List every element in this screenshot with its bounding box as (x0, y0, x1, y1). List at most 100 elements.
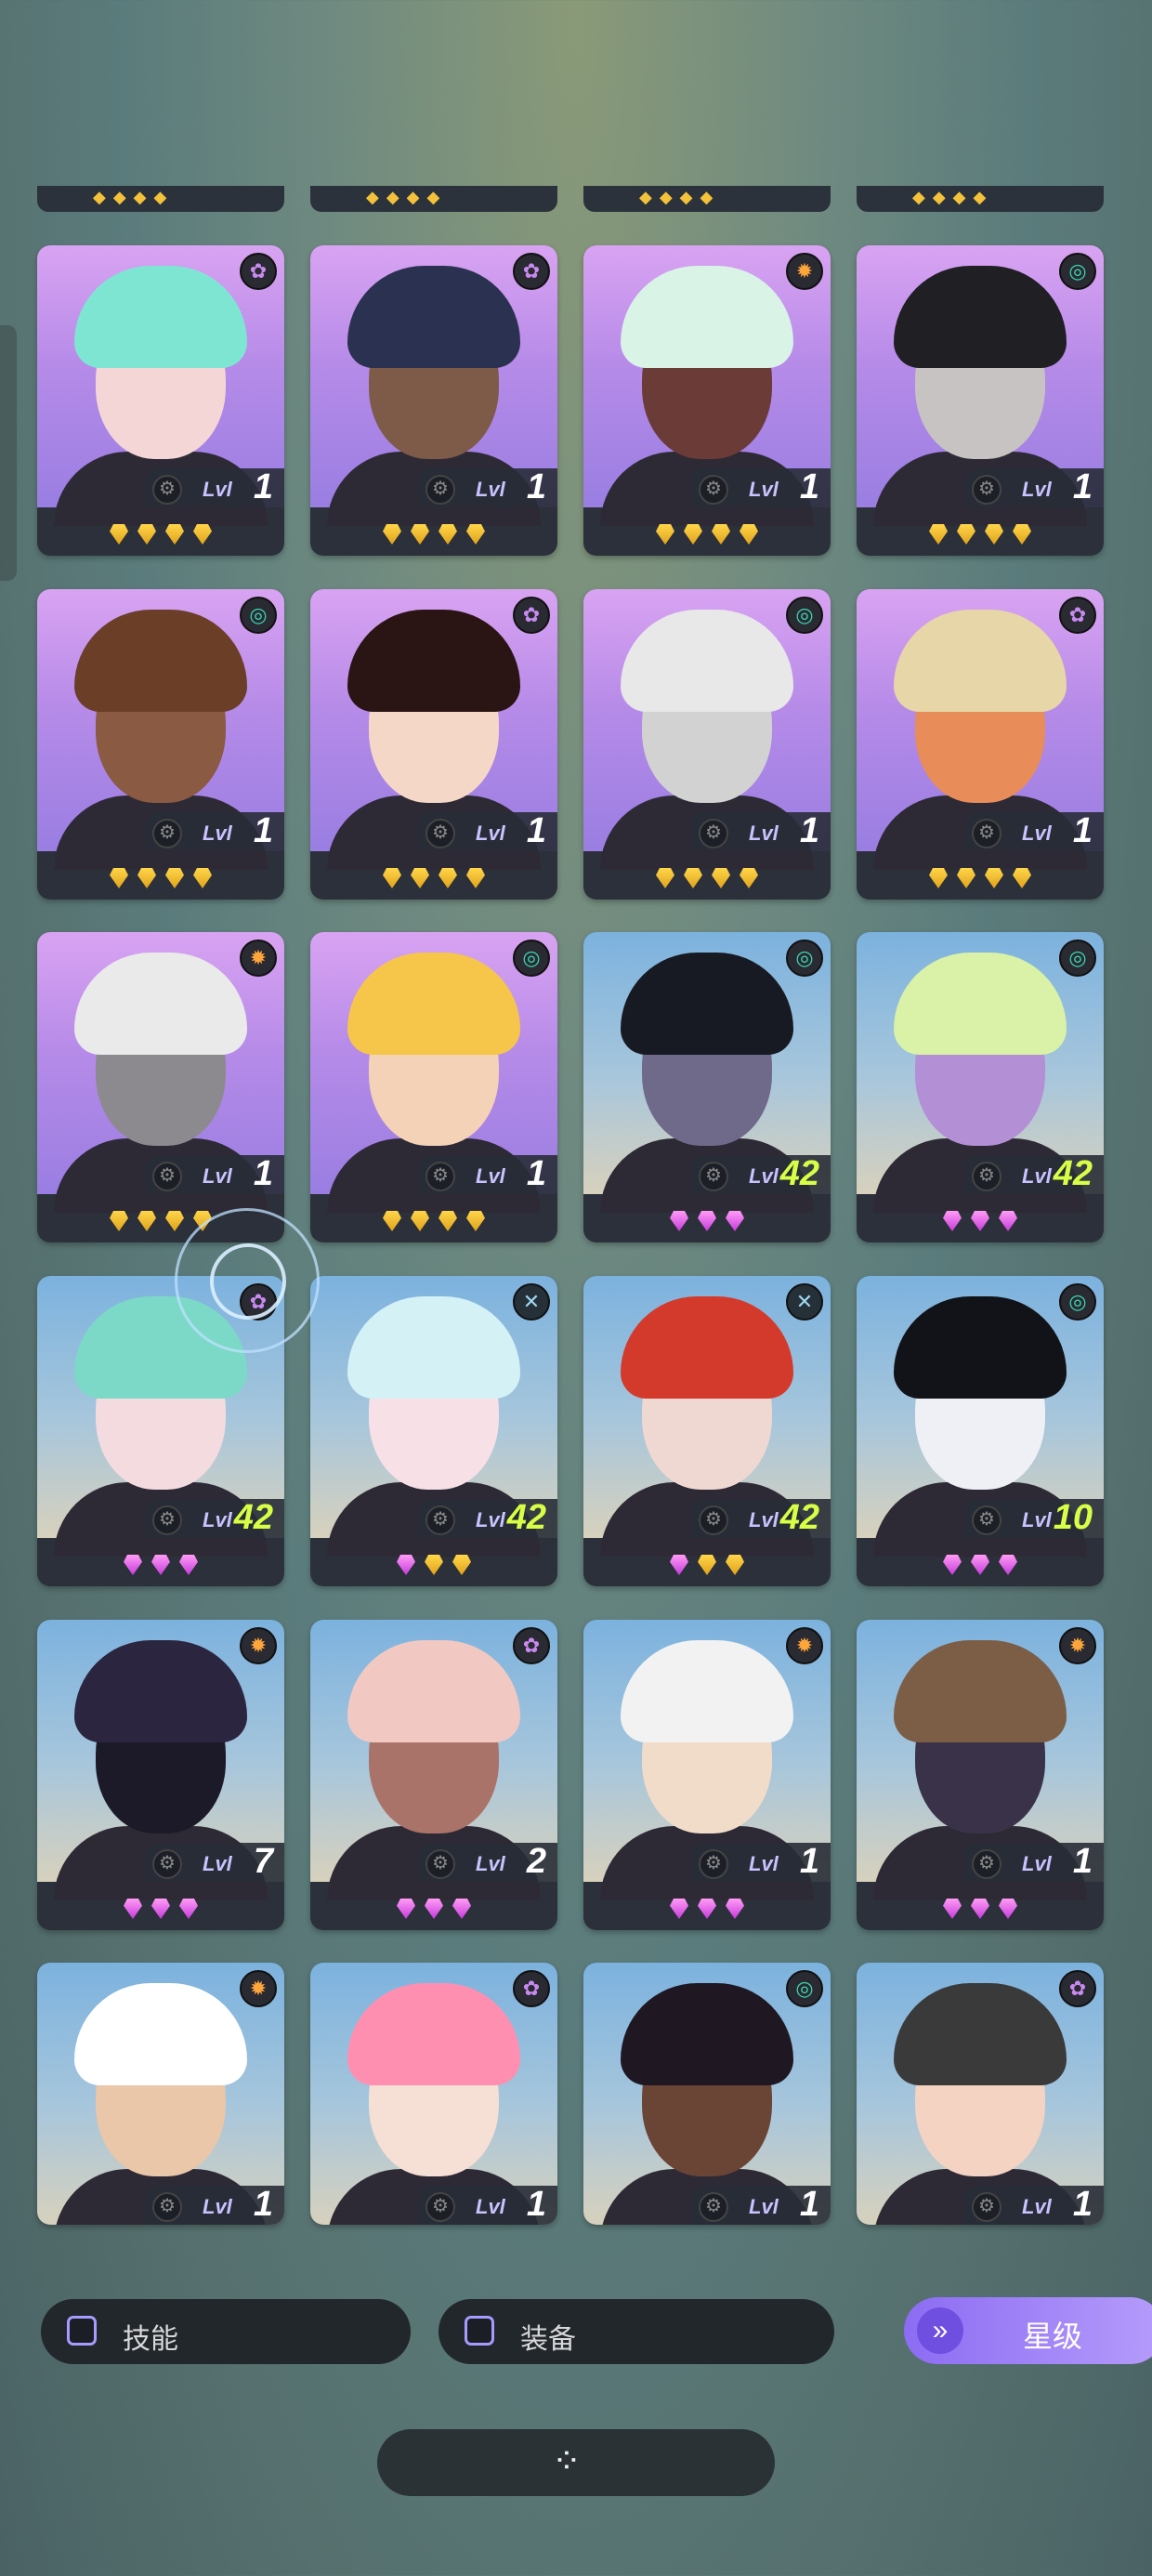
purple-gem-icon (670, 1211, 688, 1231)
level-number: 1 (1072, 1842, 1093, 1881)
spiral-icon: ◎ (786, 597, 823, 634)
purple-gem-icon (670, 1899, 688, 1919)
gold-gem-icon (957, 868, 975, 888)
hero-card[interactable]: ◎ ⚙ Lvl 42 (857, 932, 1104, 1242)
hero-card[interactable]: ◎ ⚙ Lvl 1 (310, 932, 557, 1242)
gold-gem-icon (712, 524, 730, 545)
equipment-filter-toggle[interactable]: 装备 (439, 2299, 834, 2364)
side-drawer-handle[interactable] (0, 325, 17, 581)
hero-card[interactable]: ✕ ⚙ Lvl 42 (310, 1276, 557, 1586)
star-rating (310, 1544, 557, 1586)
gold-gem-icon (957, 524, 975, 545)
cross-icon: ✕ (786, 1283, 823, 1321)
gear-icon: ⚙ (425, 1162, 455, 1191)
purple-gem-icon (999, 1899, 1017, 1919)
hero-hair (74, 266, 247, 368)
level-label: Lvl (1022, 478, 1052, 501)
hero-card[interactable]: ✹ ⚙ Lvl 1 (857, 1620, 1104, 1930)
level-label: Lvl (1022, 1852, 1052, 1875)
hero-card[interactable]: ✿ ⚙ Lvl 1 (310, 1963, 557, 2225)
equipment-checkbox[interactable] (465, 2316, 494, 2346)
hero-card[interactable]: ✿ ⚙ Lvl 1 (857, 589, 1104, 900)
gold-gem-icon (985, 524, 1003, 545)
level-label: Lvl (749, 1852, 779, 1875)
collapse-menu-button[interactable]: ⁘ (377, 2429, 775, 2496)
gear-icon: ⚙ (152, 1162, 182, 1191)
hero-card[interactable]: ◎ ⚙ Lvl 1 (37, 589, 284, 900)
hero-card[interactable]: ✕ ⚙ Lvl 42 (583, 1276, 831, 1586)
hero-hair (621, 1296, 793, 1399)
double-chevron-down-icon: » (917, 2307, 963, 2354)
star-rating (857, 1887, 1104, 1930)
flower-icon: ✿ (1059, 597, 1096, 634)
hero-card[interactable]: ◎ ⚙ Lvl 1 (583, 589, 831, 900)
hero-card[interactable]: ✹ ⚙ Lvl 7 (37, 1620, 284, 1930)
hero-card[interactable]: ✹ ⚙ Lvl 1 (37, 1963, 284, 2225)
hero-hair (347, 953, 520, 1055)
level-number: 1 (253, 467, 273, 506)
purple-gem-icon (999, 1211, 1017, 1231)
purple-gem-icon (179, 1899, 198, 1919)
hero-card[interactable]: ◎ ⚙ Lvl 42 (583, 932, 831, 1242)
purple-gem-icon (670, 1555, 688, 1575)
gold-gem-icon (439, 524, 457, 545)
star-rating (310, 1887, 557, 1930)
hero-card[interactable]: ◎ ⚙ Lvl 1 (583, 1963, 831, 2225)
level-label: Lvl (749, 1508, 779, 1531)
level-label: Lvl (203, 1852, 232, 1875)
gold-gem-icon (466, 524, 485, 545)
gold-gem-icon (439, 1211, 457, 1231)
partial-card-top: ◆◆◆◆ (583, 186, 831, 212)
skill-checkbox[interactable] (67, 2316, 97, 2346)
level-label: Lvl (203, 1164, 232, 1188)
level-label: Lvl (749, 2195, 779, 2218)
flower-icon: ✿ (240, 253, 277, 290)
star-rating (583, 1887, 831, 1930)
hero-card[interactable]: ✹ ⚙ Lvl 1 (583, 245, 831, 556)
hero-card[interactable]: ✿ ⚙ Lvl 1 (857, 1963, 1104, 2225)
hero-card[interactable]: ◎ ⚙ Lvl 10 (857, 1276, 1104, 1586)
hero-card[interactable]: ◎ ⚙ Lvl 1 (857, 245, 1104, 556)
level-label: Lvl (749, 478, 779, 501)
gold-gem-icon (439, 868, 457, 888)
gold-gem-icon (1013, 524, 1031, 545)
hero-hair (894, 1296, 1067, 1399)
sun-icon: ✹ (240, 1970, 277, 2007)
hero-hair (621, 266, 793, 368)
level-number: 1 (799, 811, 819, 850)
star-sort-button[interactable]: » 星级 (904, 2297, 1152, 2364)
partial-card-top: ◆◆◆◆ (310, 186, 557, 212)
star-rating (37, 857, 284, 900)
spiral-icon: ◎ (513, 940, 550, 977)
gold-gem-icon (411, 524, 429, 545)
gold-gem-icon (110, 868, 128, 888)
gold-gem-icon (452, 1555, 471, 1575)
skill-filter-label: 技能 (123, 2323, 178, 2356)
gear-icon: ⚙ (152, 475, 182, 505)
gold-gem-icon (740, 868, 758, 888)
diamond-cluster-icon: ⁘ (552, 2442, 582, 2481)
hero-card[interactable]: ✿ ⚙ Lvl 1 (37, 245, 284, 556)
gear-icon: ⚙ (972, 819, 1001, 848)
gold-gem-icon (712, 868, 730, 888)
hero-card[interactable]: ✹ ⚙ Lvl 1 (583, 1620, 831, 1930)
hero-card[interactable]: ✹ ⚙ Lvl 1 (37, 932, 284, 1242)
star-rating (857, 1200, 1104, 1242)
gear-icon: ⚙ (699, 1162, 728, 1191)
hero-hair (347, 1983, 520, 2085)
star-rating (37, 1544, 284, 1586)
gear-icon: ⚙ (425, 475, 455, 505)
purple-gem-icon (151, 1555, 170, 1575)
level-label: Lvl (476, 821, 505, 845)
hero-card[interactable]: ✿ ⚙ Lvl 2 (310, 1620, 557, 1930)
hero-card[interactable]: ✿ ⚙ Lvl 1 (310, 589, 557, 900)
purple-gem-icon (999, 1555, 1017, 1575)
star-rating (857, 857, 1104, 900)
skill-filter-toggle[interactable]: 技能 (41, 2299, 411, 2364)
gold-gem-icon (137, 1211, 156, 1231)
gold-gem-icon (985, 868, 1003, 888)
level-number: 1 (1072, 811, 1093, 850)
gear-icon: ⚙ (152, 819, 182, 848)
hero-card[interactable]: ✿ ⚙ Lvl 1 (310, 245, 557, 556)
gold-gem-icon (383, 868, 401, 888)
